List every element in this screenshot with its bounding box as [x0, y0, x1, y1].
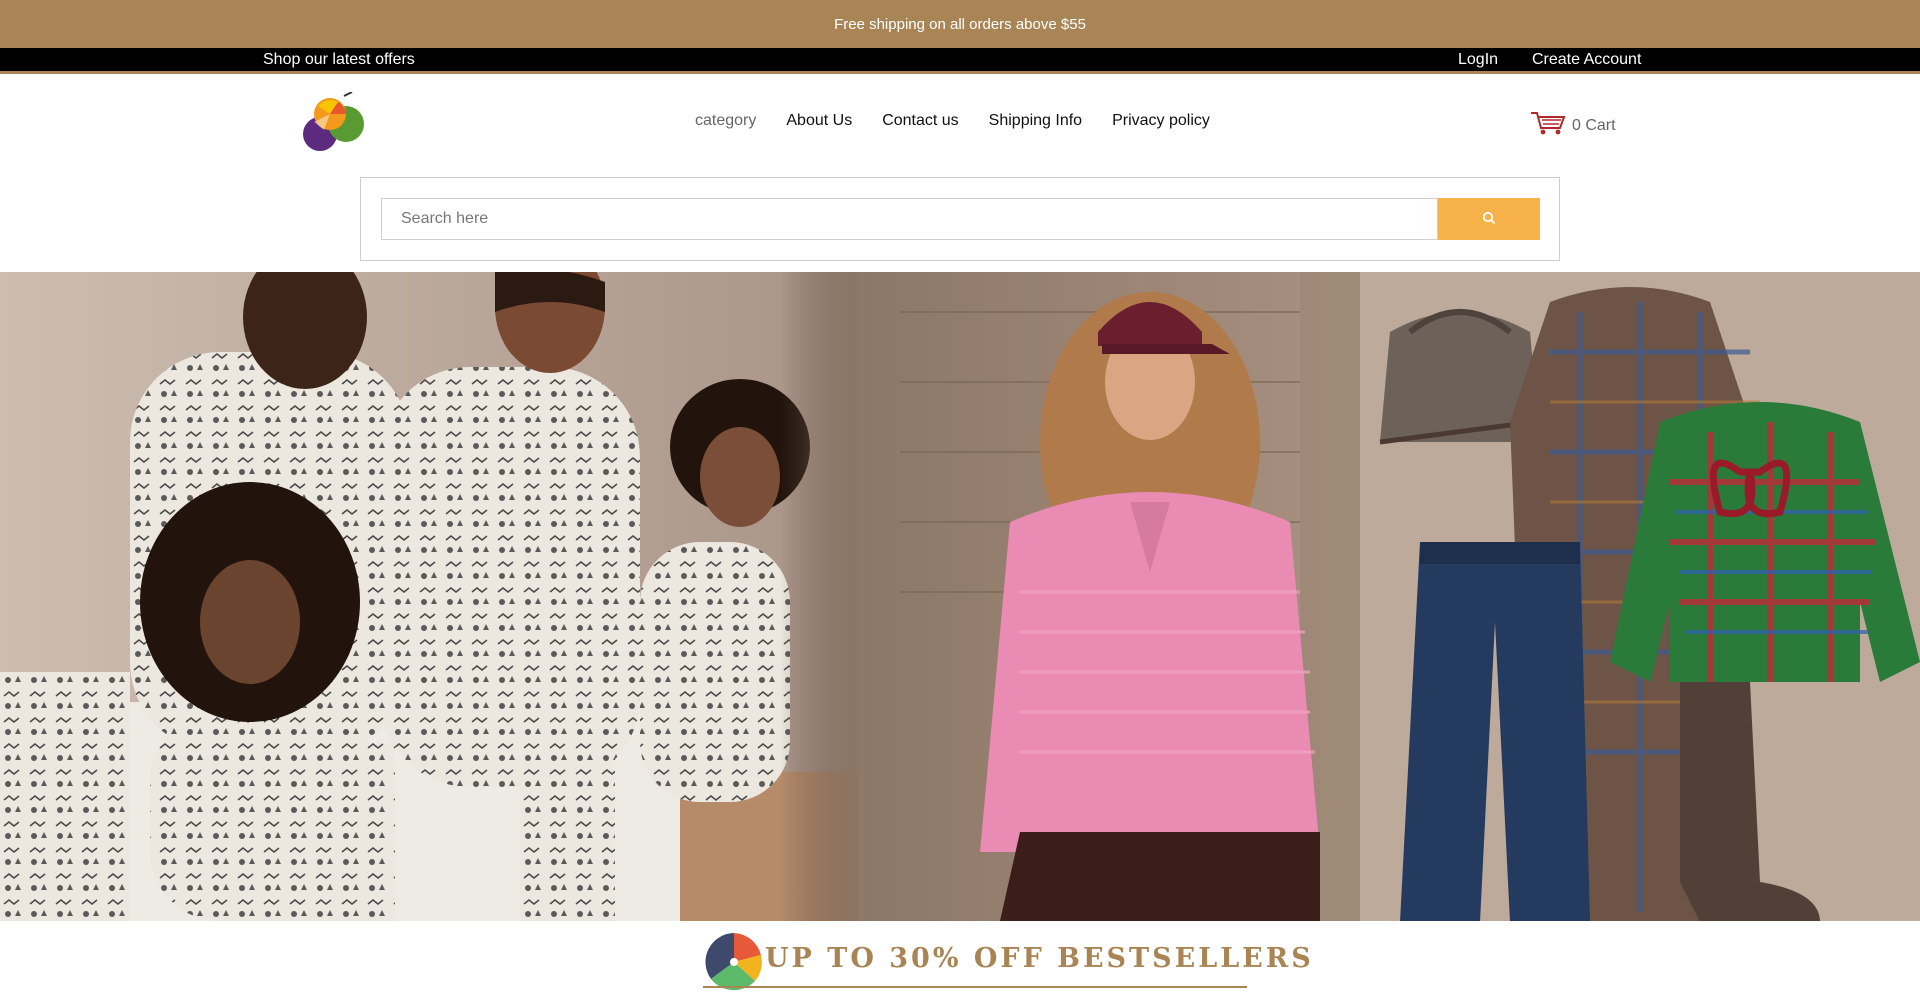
login-link[interactable]: LogIn	[1458, 51, 1498, 69]
hero-image-family-pajamas	[0, 272, 860, 921]
announcement-text: Free shipping on all orders above $55	[834, 15, 1086, 33]
search-icon	[1482, 211, 1496, 228]
site-logo[interactable]	[300, 91, 368, 152]
hero-banner[interactable]	[0, 272, 1920, 921]
top-bar: Shop our latest offers LogIn Create Acco…	[0, 48, 1920, 74]
announcement-bar: Free shipping on all orders above $55	[0, 0, 1920, 48]
create-account-link[interactable]: Create Account	[1532, 51, 1641, 69]
nav-about-us[interactable]: About Us	[786, 112, 852, 130]
latest-offers-link[interactable]: Shop our latest offers	[263, 51, 415, 69]
nav-contact-us[interactable]: Contact us	[882, 112, 958, 130]
nav-shipping-info[interactable]: Shipping Info	[989, 112, 1082, 130]
search-button[interactable]	[1438, 198, 1540, 240]
promo-title: UP TO 30% OFF BESTSELLERS	[765, 943, 1314, 974]
nav-category[interactable]: category	[695, 112, 756, 130]
promo-underline	[703, 986, 1247, 988]
shopping-cart-icon	[1530, 110, 1566, 141]
nav-privacy-policy[interactable]: Privacy policy	[1112, 112, 1210, 130]
hero-image-winter-outfit	[1320, 272, 1920, 921]
cart-button[interactable]: 0 Cart	[1530, 110, 1616, 141]
search-container	[360, 177, 1560, 261]
hero-image-pink-sweater	[780, 272, 1340, 921]
promo-heading: UP TO 30% OFF BESTSELLERS	[703, 930, 1311, 993]
pie-chart-icon	[703, 931, 765, 993]
main-nav: category About Us Contact us Shipping In…	[695, 112, 1210, 130]
search-input[interactable]	[381, 198, 1438, 240]
cart-label: 0 Cart	[1572, 116, 1616, 134]
